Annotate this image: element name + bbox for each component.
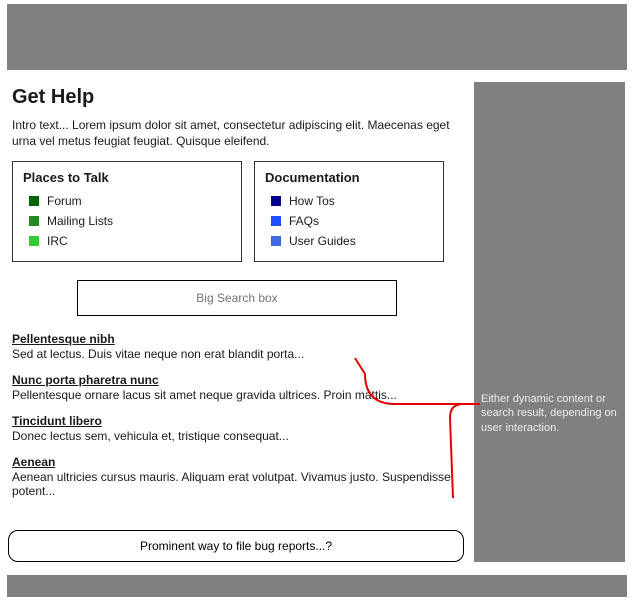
places-item-label: IRC	[47, 234, 68, 248]
results-list: Pellentesque nibh Sed at lectus. Duis vi…	[12, 332, 462, 498]
square-icon	[271, 236, 281, 246]
places-item-mailing-lists[interactable]: Mailing Lists	[23, 211, 231, 231]
right-sidebar-placeholder	[474, 82, 625, 562]
result-title-link[interactable]: Pellentesque nibh	[12, 332, 115, 346]
page-title: Get Help	[12, 86, 462, 109]
search-input[interactable]	[77, 280, 397, 316]
result-item: Pellentesque nibh Sed at lectus. Duis vi…	[12, 332, 462, 361]
link-boxes-row: Places to Talk Forum Mailing Lists IRC D…	[12, 161, 462, 262]
result-item: Tincidunt libero Donec lectus sem, vehic…	[12, 414, 462, 443]
result-title-link[interactable]: Nunc porta pharetra nunc	[12, 373, 159, 387]
search-row	[12, 280, 462, 316]
square-icon	[29, 196, 39, 206]
places-item-forum[interactable]: Forum	[23, 191, 231, 211]
header-banner	[7, 4, 627, 70]
square-icon	[271, 216, 281, 226]
footer-banner	[7, 575, 627, 597]
wireframe-annotation: Either dynamic content or search result,…	[481, 392, 621, 435]
result-snippet: Pellentesque ornare lacus sit amet neque…	[12, 388, 462, 402]
result-item: Nunc porta pharetra nunc Pellentesque or…	[12, 373, 462, 402]
docs-item-label: User Guides	[289, 234, 356, 248]
docs-item-user-guides[interactable]: User Guides	[265, 231, 433, 251]
documentation-box: Documentation How Tos FAQs User Guides	[254, 161, 444, 262]
docs-item-howtos[interactable]: How Tos	[265, 191, 433, 211]
docs-item-label: FAQs	[289, 214, 319, 228]
result-snippet: Donec lectus sem, vehicula et, tristique…	[12, 429, 462, 443]
places-to-talk-box: Places to Talk Forum Mailing Lists IRC	[12, 161, 242, 262]
square-icon	[271, 196, 281, 206]
result-title-link[interactable]: Tincidunt libero	[12, 414, 102, 428]
result-item: Aenean Aenean ultricies cursus mauris. A…	[12, 455, 462, 498]
places-item-label: Mailing Lists	[47, 214, 113, 228]
bug-report-row: Prominent way to file bug reports...?	[8, 530, 464, 562]
main-content: Get Help Intro text... Lorem ipsum dolor…	[12, 86, 462, 510]
docs-item-faqs[interactable]: FAQs	[265, 211, 433, 231]
places-item-label: Forum	[47, 194, 82, 208]
places-title: Places to Talk	[23, 170, 231, 185]
result-title-link[interactable]: Aenean	[12, 455, 55, 469]
square-icon	[29, 216, 39, 226]
square-icon	[29, 236, 39, 246]
result-snippet: Aenean ultricies cursus mauris. Aliquam …	[12, 470, 462, 498]
docs-item-label: How Tos	[289, 194, 335, 208]
intro-text: Intro text... Lorem ipsum dolor sit amet…	[12, 117, 462, 149]
docs-title: Documentation	[265, 170, 433, 185]
places-item-irc[interactable]: IRC	[23, 231, 231, 251]
file-bug-button[interactable]: Prominent way to file bug reports...?	[8, 530, 464, 562]
result-snippet: Sed at lectus. Duis vitae neque non erat…	[12, 347, 462, 361]
